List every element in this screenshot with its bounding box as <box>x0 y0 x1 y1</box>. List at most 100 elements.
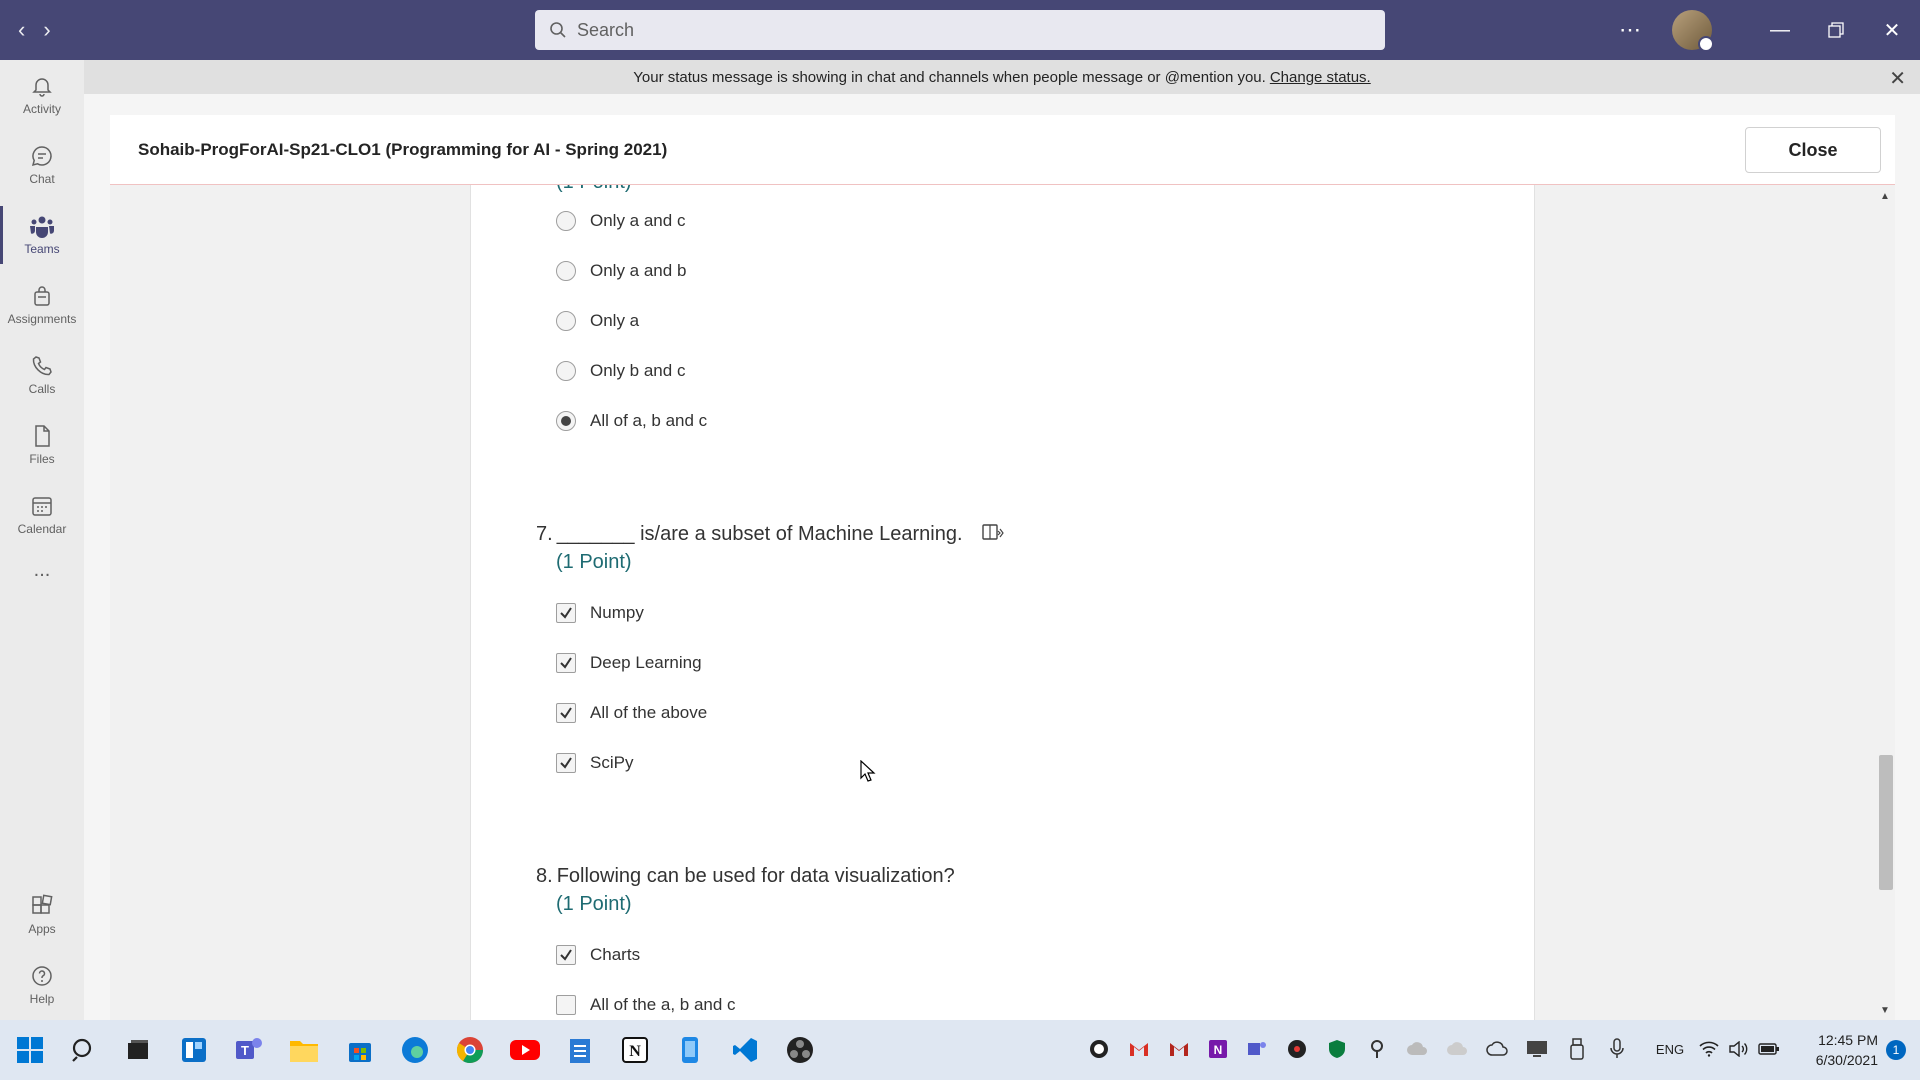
obs-tray-icon[interactable] <box>1286 1038 1308 1060</box>
option-label: Numpy <box>590 603 644 622</box>
q8-option[interactable]: Charts <box>556 945 640 965</box>
display-tray-icon[interactable] <box>1526 1038 1548 1060</box>
notion-icon[interactable]: N <box>619 1034 651 1066</box>
q8-title: 8. Following can be used for data visuali… <box>536 865 955 888</box>
cloud-upload-tray-icon[interactable] <box>1406 1038 1428 1060</box>
checkbox-checked[interactable] <box>556 753 576 773</box>
gmail-alt-tray-icon[interactable] <box>1168 1038 1190 1060</box>
change-status-link[interactable]: Change status. <box>1270 69 1371 86</box>
radio-button-checked[interactable] <box>556 411 576 431</box>
battery-icon[interactable] <box>1758 1038 1780 1060</box>
rail-label: Chat <box>29 172 55 186</box>
volume-icon[interactable] <box>1728 1038 1750 1060</box>
scrollbar-thumb[interactable] <box>1879 755 1893 890</box>
rail-item-calls[interactable]: Calls <box>0 340 84 410</box>
windows-start-icon[interactable] <box>14 1034 46 1066</box>
q7-option[interactable]: SciPy <box>556 753 633 773</box>
rail-label: Assignments <box>7 312 77 326</box>
rail-item-activity[interactable]: Activity <box>0 60 84 130</box>
option-label: Only a and c <box>590 211 686 230</box>
checkbox-checked[interactable] <box>556 653 576 673</box>
q6-option[interactable]: Only a and b <box>556 261 686 281</box>
scroll-up-icon[interactable]: ▲ <box>1880 191 1890 202</box>
search-taskbar-icon[interactable] <box>68 1034 100 1066</box>
banner-text: Your status message is showing in chat a… <box>633 68 1266 86</box>
rail-label: Help <box>29 992 55 1006</box>
microphone-tray-icon[interactable] <box>1606 1038 1628 1060</box>
task-view-icon[interactable] <box>122 1034 154 1066</box>
q8-option[interactable]: All of the a, b and c <box>556 995 736 1015</box>
teams-tray-icon[interactable] <box>1246 1038 1268 1060</box>
edge-icon[interactable] <box>399 1034 431 1066</box>
q7-option[interactable]: Numpy <box>556 603 644 623</box>
scrollbar[interactable]: ▲ ▼ <box>1873 185 1895 1020</box>
form-title: Sohaib-ProgForAI-Sp21-CLO1 (Programming … <box>138 139 668 159</box>
immersive-reader-icon[interactable] <box>982 523 1004 549</box>
network-app-tray-icon[interactable] <box>1366 1038 1388 1060</box>
chrome-icon[interactable] <box>454 1034 486 1066</box>
close-banner-icon[interactable]: ✕ <box>1889 66 1906 91</box>
rail-item-teams[interactable]: Teams <box>0 200 84 270</box>
avatar[interactable] <box>1672 10 1714 52</box>
bell-icon <box>32 78 52 97</box>
svg-text:N: N <box>1214 1043 1223 1057</box>
whatsapp-tray-icon[interactable] <box>1088 1038 1110 1060</box>
option-label: All of the above <box>590 703 708 722</box>
back-arrow-icon[interactable]: ‹ <box>18 17 25 43</box>
q6-option[interactable]: All of a, b and c <box>556 411 707 431</box>
teams-taskbar-icon[interactable]: T <box>233 1034 265 1066</box>
rail-item-help[interactable]: Help <box>0 950 84 1020</box>
more-options-icon[interactable]: ⋯ <box>1619 17 1642 43</box>
vscode-icon[interactable] <box>729 1034 761 1066</box>
language-indicator[interactable]: ENG <box>1650 1038 1690 1060</box>
rail-item-calendar[interactable]: Calendar <box>0 480 84 550</box>
radio-button[interactable] <box>556 261 576 281</box>
youtube-icon[interactable] <box>509 1034 541 1066</box>
checkbox-checked[interactable] <box>556 603 576 623</box>
onenote-tray-icon[interactable]: N <box>1207 1038 1229 1060</box>
radio-button[interactable] <box>556 211 576 231</box>
clock[interactable]: 12:45 PM 6/30/2021 <box>1816 1030 1878 1070</box>
q7-option[interactable]: All of the above <box>556 703 707 723</box>
widgets-icon[interactable] <box>178 1034 210 1066</box>
forward-arrow-icon[interactable]: › <box>43 17 50 43</box>
file-explorer-icon[interactable] <box>288 1034 320 1066</box>
q6-option[interactable]: Only b and c <box>556 361 685 381</box>
rail-label: Activity <box>22 102 61 116</box>
chat-icon <box>31 146 52 167</box>
q6-option[interactable]: Only a <box>556 311 639 331</box>
rail-item-chat[interactable]: Chat <box>0 130 84 200</box>
restore-icon[interactable] <box>1808 0 1864 60</box>
rail-item-files[interactable]: Files <box>0 410 84 480</box>
onedrive-tray-icon[interactable] <box>1486 1038 1508 1060</box>
radio-button[interactable] <box>556 311 576 331</box>
checkbox[interactable] <box>556 995 576 1015</box>
obs-icon[interactable] <box>784 1034 816 1066</box>
wifi-icon[interactable] <box>1698 1038 1720 1060</box>
q6-points: (1 Point) <box>556 185 632 194</box>
close-window-icon[interactable]: ✕ <box>1864 0 1920 60</box>
q6-option[interactable]: Only a and c <box>556 211 685 231</box>
gmail-tray-icon[interactable] <box>1128 1038 1150 1060</box>
q7-option[interactable]: Deep Learning <box>556 653 702 673</box>
phone-link-icon[interactable] <box>674 1034 706 1066</box>
security-tray-icon[interactable] <box>1326 1038 1348 1060</box>
rail-label: Calls <box>28 382 56 396</box>
scroll-down-icon[interactable]: ▼ <box>1880 1005 1890 1016</box>
checkbox-checked[interactable] <box>556 945 576 965</box>
more-apps-icon[interactable]: ... <box>0 550 84 590</box>
usb-tray-icon[interactable] <box>1566 1038 1588 1060</box>
store-icon[interactable] <box>344 1034 376 1066</box>
rail-item-assignments[interactable]: Assignments <box>0 270 84 340</box>
radio-button[interactable] <box>556 361 576 381</box>
checkmark-icon <box>560 757 572 769</box>
minimize-icon[interactable]: — <box>1752 0 1808 60</box>
notepad-icon[interactable] <box>564 1034 596 1066</box>
rail-item-apps[interactable]: Apps <box>0 880 84 950</box>
checkbox-checked[interactable] <box>556 703 576 723</box>
notification-badge[interactable]: 1 <box>1886 1040 1906 1060</box>
question-number: 7. <box>536 523 553 545</box>
search-input[interactable]: Search <box>535 10 1385 50</box>
close-button[interactable]: Close <box>1745 127 1881 173</box>
cloud-sync-tray-icon[interactable] <box>1446 1038 1468 1060</box>
